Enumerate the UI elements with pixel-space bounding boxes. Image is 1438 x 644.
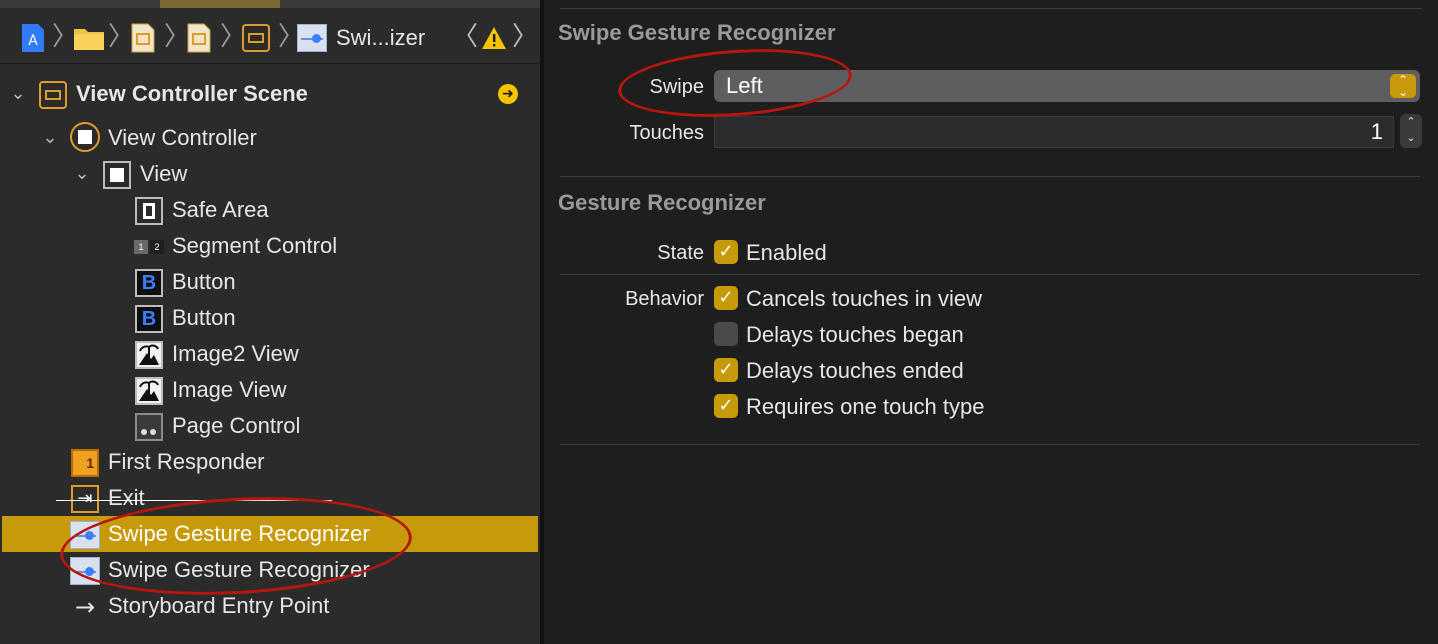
segmented-control-icon: 12	[134, 233, 164, 261]
app-project-icon[interactable]: A	[18, 22, 48, 54]
state-label: State	[657, 242, 704, 264]
popup-chevrons-icon: ⌃ ⌄	[1390, 74, 1416, 98]
first-responder-icon: 1	[70, 449, 100, 477]
outline-row-label: Segment Control	[172, 233, 338, 258]
button-icon: B	[134, 269, 164, 297]
button-icon: B	[134, 305, 164, 333]
outline-row-label: Safe Area	[172, 197, 269, 222]
chevron-down-icon[interactable]: ⌄	[6, 76, 30, 112]
swipe-direction-popup[interactable]: Left ⌃ ⌄	[714, 70, 1420, 102]
exit-icon: ⇥	[70, 485, 100, 513]
touches-stepper[interactable]: ⌃ ⌄	[1400, 114, 1422, 148]
outline-row[interactable]: B Button	[0, 300, 540, 336]
outline-row-label: First Responder	[108, 449, 265, 474]
image-view-icon	[134, 341, 164, 369]
cancels-touches-label[interactable]: Cancels touches in view	[746, 286, 982, 312]
swipe-gesture-icon[interactable]	[296, 22, 328, 54]
page-control-icon	[134, 413, 164, 441]
forward-chevron-icon[interactable]: 〉	[512, 22, 538, 54]
outline-row[interactable]: ⇥ Exit	[0, 480, 540, 516]
requires-one-touch-label[interactable]: Requires one touch type	[746, 394, 985, 420]
jump-bar: A 〉 〉 〉 〉 〉 Swi...izer 〈 〉	[0, 12, 540, 64]
outline-row-label: View Controller	[108, 125, 257, 150]
outline-row[interactable]: B Button	[0, 264, 540, 300]
outline-row-label: Page Control	[172, 413, 301, 438]
chevron-down-icon[interactable]: ⌄	[38, 120, 62, 156]
scene-icon[interactable]	[240, 22, 272, 54]
outline-row[interactable]: ⌄ View	[0, 156, 540, 192]
delays-ended-checkbox[interactable]: ✓	[714, 358, 738, 382]
scene-icon	[38, 81, 68, 109]
outline-row[interactable]: 1 First Responder	[0, 444, 540, 480]
breadcrumb-separator: 〉	[108, 22, 135, 52]
breadcrumb-separator: 〉	[278, 22, 305, 52]
warning-icon[interactable]	[480, 22, 508, 54]
outline-row-label: Swipe Gesture Recognizer	[108, 557, 370, 582]
delays-ended-label[interactable]: Delays touches ended	[746, 358, 964, 384]
section-divider	[560, 176, 1420, 177]
swipe-direction-value: Left	[726, 73, 763, 98]
touches-label: Touches	[629, 122, 705, 144]
image-view-icon	[134, 377, 164, 405]
attributes-inspector: Swipe Gesture Recognizer Swipe Left ⌃ ⌄ T…	[544, 0, 1438, 644]
swipe-gesture-icon	[70, 521, 100, 549]
delays-began-label[interactable]: Delays touches began	[746, 322, 964, 348]
canvas-thumbnail	[160, 0, 280, 8]
outline-row[interactable]: ⌄ View Controller	[0, 120, 540, 156]
drag-line	[56, 500, 332, 501]
outline-row-label: Swipe Gesture Recognizer	[108, 521, 370, 546]
storyboard-icon[interactable]	[184, 22, 214, 54]
folder-icon[interactable]	[72, 22, 106, 54]
section-divider	[560, 8, 1422, 9]
outline-row-label: View	[140, 161, 188, 186]
swipe-gesture-icon-glyph	[297, 24, 327, 52]
safe-area-icon	[134, 197, 164, 225]
outline-row-label: Storyboard Entry Point	[108, 593, 330, 618]
outline-row[interactable]: → Storyboard Entry Point	[0, 588, 540, 624]
swipe-section-title: Swipe Gesture Recognizer	[558, 20, 836, 45]
swipe-label: Swipe	[649, 76, 704, 98]
outline-row-label: Exit	[108, 485, 145, 510]
breadcrumb-separator: 〉	[220, 22, 247, 52]
swipe-gesture-icon	[70, 557, 100, 585]
behavior-label: Behavior	[625, 288, 704, 310]
breadcrumb-separator: 〉	[52, 22, 79, 52]
view-icon	[102, 161, 132, 189]
outline-row-label: Image View	[172, 377, 287, 402]
cancels-touches-checkbox[interactable]: ✓	[714, 286, 738, 310]
view-controller-icon	[70, 122, 100, 152]
requires-one-touch-checkbox[interactable]: ✓	[714, 394, 738, 418]
outline-row-label: Button	[172, 269, 236, 294]
entry-arrow-icon: →	[74, 593, 96, 621]
back-chevron-icon[interactable]: 〈	[452, 22, 478, 54]
breadcrumb-current-label[interactable]: Swi...izer	[336, 22, 425, 54]
delays-began-checkbox[interactable]: ✓	[714, 322, 738, 346]
touches-field[interactable]: 1	[714, 116, 1394, 148]
enabled-label[interactable]: Enabled	[746, 240, 827, 266]
section-divider	[560, 274, 1420, 275]
chevron-down-icon[interactable]: ⌄	[70, 156, 94, 192]
enabled-checkbox[interactable]: ✓	[714, 240, 738, 264]
outline-row[interactable]: 12 Segment Control	[0, 228, 540, 264]
touches-value: 1	[1370, 119, 1383, 144]
scene-icon-glyph	[242, 24, 270, 52]
outline-row[interactable]: Image2 View	[0, 336, 540, 372]
outline-row[interactable]: Swipe Gesture Recognizer	[0, 552, 540, 588]
outline-row-label: Button	[172, 305, 236, 330]
outline-row-label: Image2 View	[172, 341, 299, 366]
outline-row[interactable]: Safe Area	[0, 192, 540, 228]
section-divider	[560, 444, 1420, 445]
outline-row[interactable]: Page Control	[0, 408, 540, 444]
outline-row[interactable]: Image View	[0, 372, 540, 408]
gesture-section-title: Gesture Recognizer	[558, 190, 766, 215]
outline-row-label: View Controller Scene	[76, 81, 308, 106]
outline-scene-row[interactable]: ⌄ View Controller Scene ➜	[0, 76, 540, 112]
outline-row-selected[interactable]: Swipe Gesture Recognizer	[2, 516, 538, 552]
storyboard-file-icon[interactable]	[128, 22, 158, 54]
document-outline: A 〉 〉 〉 〉 〉 Swi...izer 〈 〉 ⌄ View Contro…	[0, 0, 540, 644]
go-to-arrow-icon[interactable]: ➜	[498, 84, 518, 104]
breadcrumb-separator: 〉	[164, 22, 191, 52]
canvas-strip	[0, 0, 540, 8]
svg-text:A: A	[28, 33, 38, 49]
